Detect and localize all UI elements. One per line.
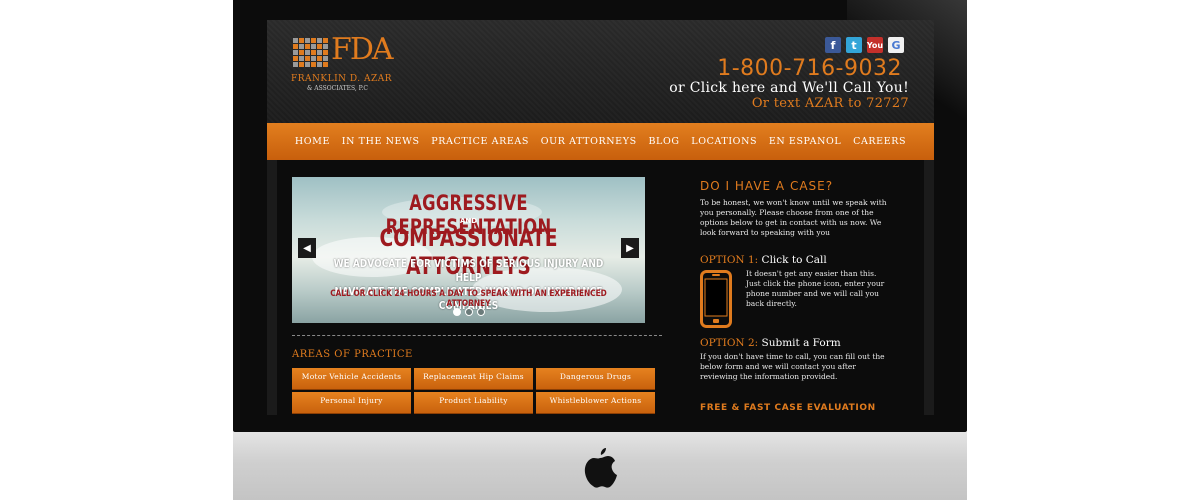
hero-slider[interactable]: AGGRESSIVE REPRESENTATION AND COMPASSION… — [292, 177, 645, 323]
slide-body-line: WE ADVOCATE FOR VICTIMS OF SERIOUS INJUR… — [333, 257, 604, 284]
slider-prev-button[interactable]: ◀ — [298, 238, 316, 258]
youtube-icon[interactable]: You — [867, 37, 883, 53]
apple-logo-icon — [584, 448, 617, 488]
slider-dot[interactable] — [476, 308, 485, 316]
google-icon[interactable]: G — [888, 37, 904, 53]
firm-logo[interactable]: FDA FRANKLIN D. AZAR & ASSOCIATES, P.C — [291, 32, 401, 118]
main-content: AGGRESSIVE REPRESENTATION AND COMPASSION… — [277, 160, 924, 415]
mobile-phone-icon[interactable] — [700, 270, 732, 328]
logo-name: FRANKLIN D. AZAR — [291, 74, 393, 84]
nav-en-espanol[interactable]: EN ESPANOL — [769, 136, 842, 147]
text-us-line: Or text AZAR to 72727 — [751, 96, 909, 111]
logo-grid-icon — [293, 38, 329, 70]
nav-home[interactable]: HOME — [295, 136, 330, 147]
practice-area-button[interactable]: Dangerous Drugs — [536, 368, 655, 390]
nav-in-the-news[interactable]: IN THE NEWS — [342, 136, 420, 147]
logo-subtitle: & ASSOCIATES, P.C — [307, 85, 368, 92]
logo-mark: FDA — [331, 32, 394, 67]
slider-dots — [292, 308, 645, 316]
option-2-text: If you don't have time to call, you can … — [700, 352, 885, 381]
practice-area-button[interactable]: Replacement Hip Claims — [414, 368, 533, 390]
option-1-label: OPTION 1: — [700, 254, 759, 266]
practice-area-button[interactable]: Personal Injury — [292, 392, 411, 414]
option-2-label: OPTION 2: — [700, 337, 759, 349]
areas-of-practice-title: AREAS OF PRACTICE — [292, 349, 413, 360]
practice-area-button[interactable]: Motor Vehicle Accidents — [292, 368, 411, 390]
option-1-title: Click to Call — [761, 254, 827, 266]
nav-practice-areas[interactable]: PRACTICE AREAS — [431, 136, 529, 147]
slider-dot[interactable] — [464, 308, 473, 316]
option-2-heading: OPTION 2: Submit a Form — [700, 337, 841, 349]
nav-our-attorneys[interactable]: OUR ATTORNEYS — [541, 136, 637, 147]
nav-blog[interactable]: BLOG — [648, 136, 679, 147]
nav-careers[interactable]: CAREERS — [853, 136, 906, 147]
site-header: FDA FRANKLIN D. AZAR & ASSOCIATES, P.C f… — [267, 20, 934, 123]
option-1-text: It doesn't get any easier than this. Jus… — [746, 269, 885, 308]
slider-dot[interactable] — [452, 308, 461, 316]
slide-cta: CALL OR CLICK 24 HOURS A DAY TO SPEAK WI… — [330, 289, 607, 309]
slider-next-button[interactable]: ▶ — [621, 238, 639, 258]
website-screen: FDA FRANKLIN D. AZAR & ASSOCIATES, P.C f… — [267, 20, 934, 415]
practice-area-button[interactable]: Whistleblower Actions — [536, 392, 655, 414]
option-1-heading: OPTION 1: Click to Call — [700, 254, 827, 266]
callback-link[interactable]: or Click here and We'll Call You! — [669, 80, 909, 96]
facebook-icon[interactable]: f — [825, 37, 841, 53]
option-2-title: Submit a Form — [761, 337, 841, 349]
social-links: f t You G — [825, 37, 904, 53]
twitter-icon[interactable]: t — [846, 37, 862, 53]
main-nav: HOME IN THE NEWS PRACTICE AREAS OUR ATTO… — [267, 123, 934, 160]
phone-number[interactable]: 1-800-716-9032 — [717, 56, 902, 81]
case-intro: To be honest, we won't know until we spe… — [700, 198, 887, 237]
areas-of-practice-grid: Motor Vehicle Accidents Replacement Hip … — [292, 368, 656, 414]
case-title: DO I HAVE A CASE? — [700, 179, 834, 193]
section-divider — [292, 335, 662, 336]
nav-locations[interactable]: LOCATIONS — [691, 136, 757, 147]
case-evaluation-heading: FREE & FAST CASE EVALUATION — [700, 403, 876, 413]
practice-area-button[interactable]: Product Liability — [414, 392, 533, 414]
